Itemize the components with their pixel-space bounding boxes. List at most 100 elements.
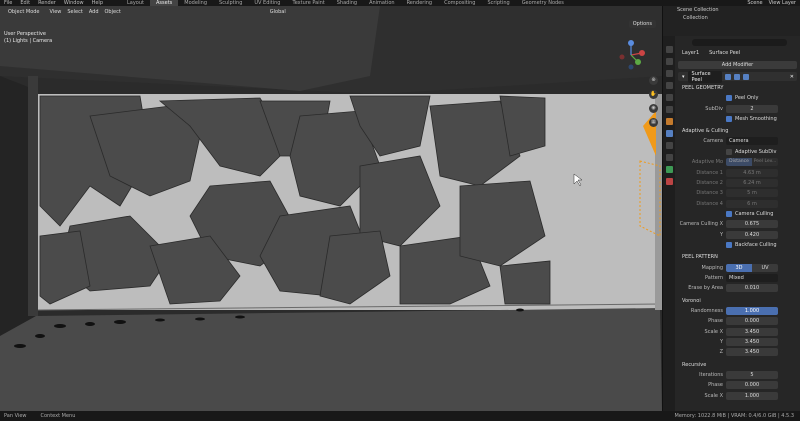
view-layer-tab-icon[interactable]	[665, 82, 673, 89]
breadcrumb-object: Layer1	[682, 50, 700, 56]
distance-1-field[interactable]: 4.63 m	[726, 168, 778, 177]
scene-tab-icon[interactable]	[665, 94, 673, 101]
status-memory: Memory: 1022.8 MiB | VRAM: 0.4/6.0 GiB |…	[674, 413, 794, 419]
status-bar: Pan View Context Menu Memory: 1022.8 MiB…	[0, 411, 800, 421]
erase-area-label: Erase by Area	[688, 285, 723, 292]
material-tab-icon[interactable]	[665, 178, 673, 185]
object-tab-icon[interactable]	[665, 118, 673, 125]
menu-add[interactable]: Add	[89, 9, 99, 15]
status-context-menu: Context Menu	[40, 413, 76, 419]
viewport-nav-icons: ⊕ ✋ ◉ ▦	[649, 76, 658, 127]
mesh-smoothing-label: Mesh Smoothing	[735, 115, 777, 122]
physics-tab-icon[interactable]	[665, 154, 673, 161]
active-object-label: (1) Lights | Camera	[4, 38, 53, 44]
modifier-tab-wrench-icon[interactable]	[665, 130, 673, 137]
camera-view-icon[interactable]: ◉	[649, 104, 658, 113]
section-recursive[interactable]: Recursive	[678, 358, 797, 370]
particles-tab-icon[interactable]	[665, 142, 673, 149]
grid-icon[interactable]: ▦	[649, 118, 658, 127]
voronoi-scale-x-label: Scale X	[704, 328, 723, 335]
mesh-smoothing-checkbox[interactable]	[726, 115, 732, 122]
output-tab-icon[interactable]	[665, 70, 673, 77]
distance-2-field[interactable]: 6.24 m	[726, 178, 778, 187]
culling-y-field[interactable]: 0.420	[726, 230, 778, 239]
subdiv-label: SubDiv	[705, 105, 723, 112]
adaptive-subdiv-label: Adaptive SubDiv	[735, 148, 777, 155]
viewport-info: User Perspective (1) Lights | Camera	[4, 31, 52, 45]
add-modifier-button[interactable]: Add Modifier	[678, 61, 797, 69]
adaptive-mode-label: Adaptive Mo	[691, 159, 723, 166]
orientation-selector[interactable]: Global	[266, 7, 289, 16]
erase-area-field[interactable]: 0.010	[726, 284, 778, 293]
adaptive-mode-peel-level[interactable]: Peel Lev...	[752, 158, 778, 167]
modifier-name-field[interactable]: Surface Peel	[687, 70, 722, 83]
mapping-3d[interactable]: 3D	[726, 263, 752, 272]
menu-select[interactable]: Select	[67, 9, 82, 15]
view-perspective-label: User Perspective	[4, 31, 46, 37]
culling-x-field[interactable]: 0.675	[726, 220, 778, 229]
close-icon[interactable]: ✕	[790, 74, 797, 80]
voronoi-scale-z-field[interactable]: 3.450	[726, 348, 778, 357]
section-peel-geometry[interactable]: PEEL GEOMETRY	[678, 81, 797, 93]
voronoi-scale-y-field[interactable]: 3.450	[726, 338, 778, 346]
adaptive-mode-distance[interactable]: Distance	[726, 158, 752, 167]
properties-panel: Layer1 Surface Peel Add Modifier ▾ Surfa…	[662, 36, 800, 411]
distance-4-field[interactable]: 6 m	[726, 199, 778, 208]
culling-x-label: Camera Culling X	[679, 221, 723, 228]
menu-view[interactable]: View	[50, 9, 62, 15]
mapping-label: Mapping	[701, 264, 723, 271]
recursive-scale-x-label: Scale X	[704, 392, 723, 399]
subdiv-field[interactable]: 2	[726, 104, 778, 113]
mode-selector[interactable]: Object Mode	[4, 7, 44, 16]
adaptive-mode-toggle[interactable]: Distance Peel Lev...	[726, 158, 778, 167]
peel-only-checkbox[interactable]	[726, 95, 732, 102]
section-voronoi[interactable]: Voronoi	[678, 294, 797, 306]
viewport-scene	[0, 6, 662, 411]
camera-field[interactable]: Camera	[726, 137, 778, 146]
section-adaptive-culling[interactable]: Adaptive & Culling	[678, 124, 797, 136]
edit-mode-toggle-icon[interactable]	[724, 73, 731, 80]
recursive-phase-label: Phase	[708, 382, 723, 389]
render-toggle-icon[interactable]	[742, 73, 749, 80]
properties-tabs	[663, 36, 675, 411]
section-peel-pattern[interactable]: PEEL PATTERN	[678, 250, 797, 262]
outliner: Scene Collection Collection	[662, 6, 800, 36]
render-tab-icon[interactable]	[665, 58, 673, 65]
data-tab-icon[interactable]	[665, 166, 673, 173]
mapping-uv[interactable]: UV	[752, 263, 778, 272]
viewport-toggle-icon[interactable]	[733, 73, 740, 80]
voronoi-scale-x-field[interactable]: 3.450	[726, 327, 778, 336]
breadcrumb: Layer1 Surface Peel	[682, 50, 797, 56]
3d-viewport[interactable]: Object Mode View Select Add Object Globa…	[0, 6, 662, 411]
distance-3-field[interactable]: 5 m	[726, 189, 778, 198]
camera-culling-label: Camera Culling	[735, 211, 774, 218]
adaptive-subdiv-checkbox[interactable]	[726, 148, 732, 155]
culling-y-label: Y	[719, 231, 723, 238]
collapse-chevron-icon[interactable]: ▾	[682, 74, 685, 80]
distance-4-label: Distance 4	[696, 200, 723, 207]
zoom-icon[interactable]: ⊕	[649, 76, 658, 85]
options-button[interactable]: Options	[628, 20, 656, 28]
iterations-field[interactable]: 5	[726, 370, 778, 379]
distance-3-label: Distance 3	[696, 190, 723, 197]
backface-culling-checkbox[interactable]	[726, 242, 732, 249]
menu-object[interactable]: Object	[105, 9, 121, 15]
randomness-field[interactable]: 1.000	[726, 306, 778, 315]
pan-hand-icon[interactable]: ✋	[649, 90, 658, 99]
navigation-gizmo-icon[interactable]	[616, 40, 646, 70]
mapping-toggle[interactable]: 3D UV	[726, 263, 778, 272]
recursive-scale-x-field[interactable]: 1.000	[726, 391, 778, 400]
outliner-row-collection[interactable]: Collection	[663, 14, 800, 22]
recursive-phase-field[interactable]: 0.000	[726, 381, 778, 390]
voronoi-phase-field[interactable]: 0.000	[726, 317, 778, 326]
tool-tab-icon[interactable]	[665, 46, 673, 53]
peel-only-label: Peel Only	[735, 95, 759, 102]
camera-culling-checkbox[interactable]	[726, 211, 732, 218]
outliner-row-scene-collection[interactable]: Scene Collection	[663, 6, 800, 14]
pattern-dropdown[interactable]: Mixed	[726, 274, 778, 283]
viewport-header: Object Mode View Select Add Object Globa…	[0, 6, 662, 17]
voronoi-phase-label: Phase	[708, 318, 723, 325]
world-tab-icon[interactable]	[665, 106, 673, 113]
voronoi-scale-y-label: Y	[719, 339, 723, 345]
properties-search-input[interactable]	[692, 39, 787, 46]
